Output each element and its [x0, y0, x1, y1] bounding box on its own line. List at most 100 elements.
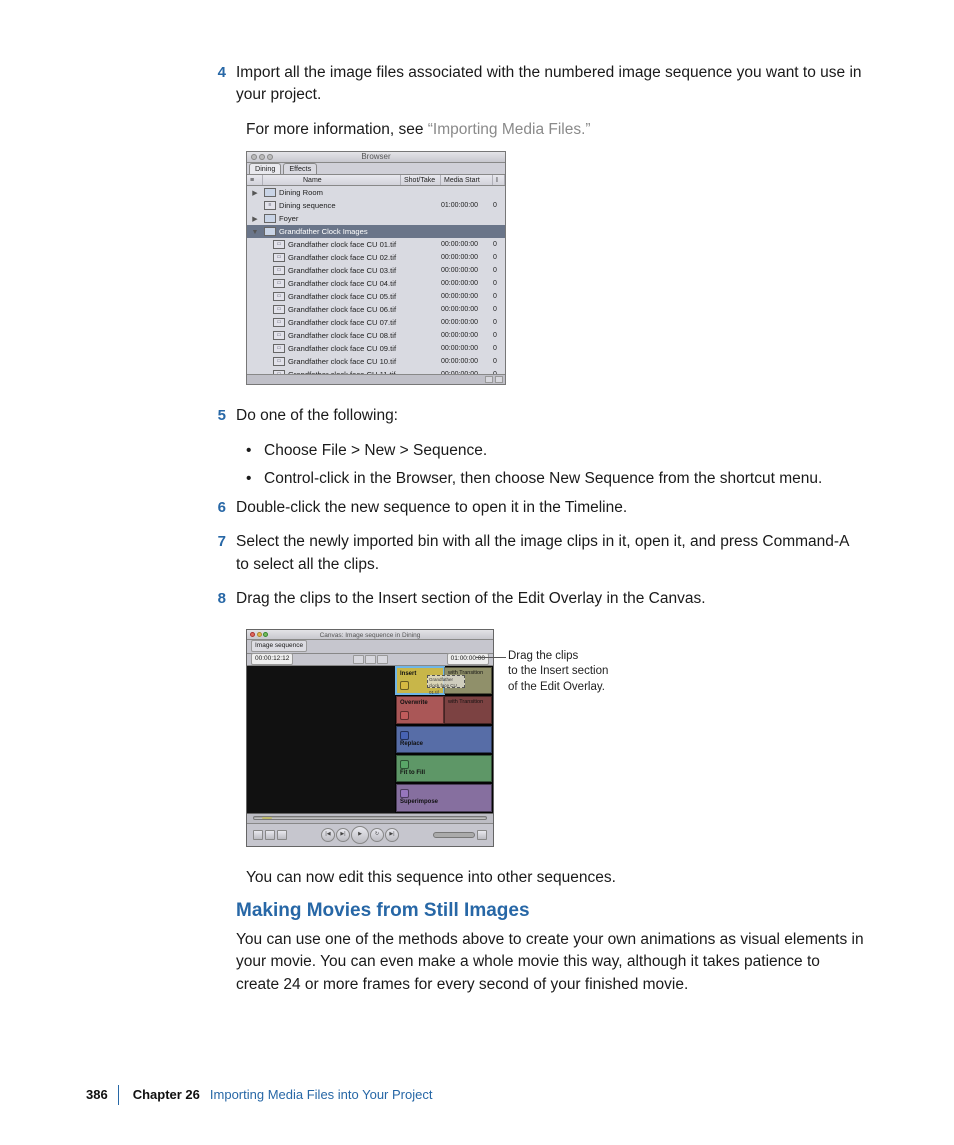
tab-dining[interactable]: Dining	[249, 163, 281, 174]
prev-edit-button[interactable]: |◀	[321, 828, 335, 842]
mediastart-column-header[interactable]: Media Start	[441, 175, 493, 185]
play-inout-button[interactable]: ▶|	[336, 828, 350, 842]
row-name-cell: ▭Grandfather clock face CU 11.tif	[263, 370, 401, 374]
step-5: 5 Do one of the following:	[86, 405, 864, 433]
canvas-screenshot-wrap: Canvas: Image sequence in Dining Image s…	[246, 629, 864, 847]
row-media-start: 00:00:00:00	[441, 332, 493, 339]
row-name-cell: Foyer	[263, 214, 401, 223]
view-button[interactable]	[365, 655, 376, 664]
shuttle-control[interactable]	[433, 832, 475, 838]
play-around-button[interactable]: ↻	[370, 828, 384, 842]
row-name: Foyer	[279, 215, 298, 223]
row-name: Grandfather clock face CU 10.tif	[288, 358, 396, 366]
row-media-start: 00:00:00:00	[441, 293, 493, 300]
row-media-start: 00:00:00:00	[441, 345, 493, 352]
clip-icon: ▭	[273, 344, 285, 353]
overlay-overwrite-transition[interactable]: with Transition	[444, 696, 492, 723]
canvas-viewer[interactable]: Insert Grandfather clock face CU 01.tif …	[247, 666, 493, 814]
step-text: Import all the image files associated wi…	[236, 62, 864, 107]
row-media-start: 01:00:00:00	[441, 202, 493, 209]
browser-row[interactable]: ▶ Foyer	[247, 212, 505, 225]
row-name-cell: ▭Grandfather clock face CU 04.tif	[263, 279, 401, 288]
browser-row[interactable]: ▶Dining Room	[247, 186, 505, 199]
mark-out-button[interactable]	[265, 830, 275, 840]
clip-icon: ▭	[273, 370, 285, 374]
step-4: 4 Import all the image files associated …	[86, 62, 864, 113]
expand-toggle[interactable]: ▶	[247, 215, 263, 223]
row-last: 0	[493, 254, 505, 261]
overlay-superimpose[interactable]: Superimpose	[396, 784, 492, 811]
row-name: Grandfather clock face CU 07.tif	[288, 319, 396, 327]
overlay-label: Fit to Fill	[400, 769, 488, 778]
scroll-right-icon[interactable]	[495, 376, 503, 383]
xref-link[interactable]: “Importing Media Files.”	[428, 121, 591, 138]
browser-scrollbar[interactable]	[247, 374, 505, 384]
play-button[interactable]: ▶	[351, 826, 369, 844]
browser-row[interactable]: ▭Grandfather clock face CU 03.tif00:00:0…	[247, 264, 505, 277]
overlay-label: Overwrite	[400, 699, 440, 708]
more-prefix: For more information, see	[246, 121, 428, 138]
row-media-start: 00:00:00:00	[441, 241, 493, 248]
scroll-left-icon[interactable]	[485, 376, 493, 383]
row-last: 0	[493, 267, 505, 274]
overlay-overwrite[interactable]: Overwrite	[396, 696, 444, 723]
callout-annotation: Drag the clipsto the Insert sectionof th…	[508, 649, 608, 696]
timecode-right[interactable]: 01:00:00:00	[447, 653, 489, 664]
canvas-titlebar: Canvas: Image sequence in Dining	[247, 630, 493, 640]
expand-toggle[interactable]: ▼	[247, 228, 263, 236]
step-text: Double-click the new sequence to open it…	[236, 497, 864, 519]
browser-content[interactable]: ▶Dining Room≡Dining sequence01:00:00:000…	[247, 186, 505, 374]
browser-row[interactable]: ▭Grandfather clock face CU 09.tif 00:00:0…	[247, 342, 505, 355]
row-last: 0	[493, 202, 505, 209]
sequence-icon: ≡	[264, 201, 276, 210]
mark-in-button[interactable]	[253, 830, 263, 840]
row-name: Grandfather clock face CU 01.tif	[288, 241, 396, 249]
row-name: Grandfather clock face CU 02.tif	[288, 254, 396, 262]
browser-row[interactable]: ▭Grandfather clock face CU 02.tif00:00:0…	[247, 251, 505, 264]
overlay-fit-to-fill[interactable]: Fit to Fill	[396, 755, 492, 782]
overlay-insert[interactable]: Insert Grandfather clock face CU 01.tif	[396, 667, 444, 694]
tab-effects[interactable]: Effects	[283, 163, 317, 174]
browser-row[interactable]: ▭Grandfather clock face CU 06.tif00:00:0…	[247, 303, 505, 316]
row-name-cell: ▭Grandfather clock face CU 07.tif	[263, 318, 401, 327]
browser-row-selected[interactable]: ▼Grandfather Clock Images	[247, 225, 505, 238]
canvas-scrubber[interactable]	[247, 814, 493, 824]
clip-icon: ▭	[273, 253, 285, 262]
callout-leader-line	[476, 657, 506, 658]
shottake-column-header[interactable]: Shot/Take	[401, 175, 441, 185]
browser-row[interactable]: ▭Grandfather clock face CU 10.tif00:00:0…	[247, 355, 505, 368]
last-column-header[interactable]: I	[493, 175, 505, 185]
browser-row[interactable]: ▭Grandfather clock face CU 01.tif00:00:0…	[247, 238, 505, 251]
row-name: Grandfather clock face CU 04.tif	[288, 280, 396, 288]
browser-titlebar: Browser	[247, 152, 505, 163]
dragged-clip-ghost: Grandfather clock face CU 01.tif	[427, 675, 465, 688]
browser-row[interactable]: ▭Grandfather clock face CU 11.tif00:00:0…	[247, 368, 505, 374]
canvas-tab[interactable]: Image sequence	[251, 640, 307, 651]
row-name-cell: ▭Grandfather clock face CU 08.tif	[263, 331, 401, 340]
browser-row[interactable]: ▭Grandfather clock face CU 04.tif00:00:0…	[247, 277, 505, 290]
row-name-cell: ▭Grandfather clock face CU 09.tif	[263, 344, 401, 353]
browser-row[interactable]: ≡Dining sequence 01:00:00:000	[247, 199, 505, 212]
jog-control[interactable]	[477, 830, 487, 840]
callout-text: Drag the clipsto the Insert sectionof th…	[508, 649, 608, 696]
overlay-button[interactable]	[377, 655, 388, 664]
browser-row[interactable]: ▭Grandfather clock face CU 07.tif00:00:0…	[247, 316, 505, 329]
next-edit-button[interactable]: ▶|	[385, 828, 399, 842]
overlay-label: with Transition	[448, 699, 488, 707]
timecode-left[interactable]: 00:00:12:12	[251, 653, 293, 664]
reveal-column-header[interactable]: ≡	[247, 175, 263, 185]
zoom-button[interactable]	[353, 655, 364, 664]
name-column-header[interactable]: Name	[263, 175, 401, 185]
row-name: Dining sequence	[279, 202, 336, 210]
step-number: 4	[86, 62, 236, 113]
mark-clip-button[interactable]	[277, 830, 287, 840]
after-shot-text: You can now edit this sequence into othe…	[246, 867, 864, 889]
scrubber-track[interactable]	[253, 816, 487, 820]
folder-icon	[264, 227, 276, 236]
step-8: 8 Drag the clips to the Insert section o…	[86, 588, 864, 616]
overlay-replace[interactable]: Replace	[396, 726, 492, 753]
clip-icon: ▭	[273, 331, 285, 340]
expand-toggle[interactable]: ▶	[247, 189, 263, 197]
browser-row[interactable]: ▭Grandfather clock face CU 05.tif00:00:0…	[247, 290, 505, 303]
browser-row[interactable]: ▭Grandfather clock face CU 08.tif 00:00:0…	[247, 329, 505, 342]
